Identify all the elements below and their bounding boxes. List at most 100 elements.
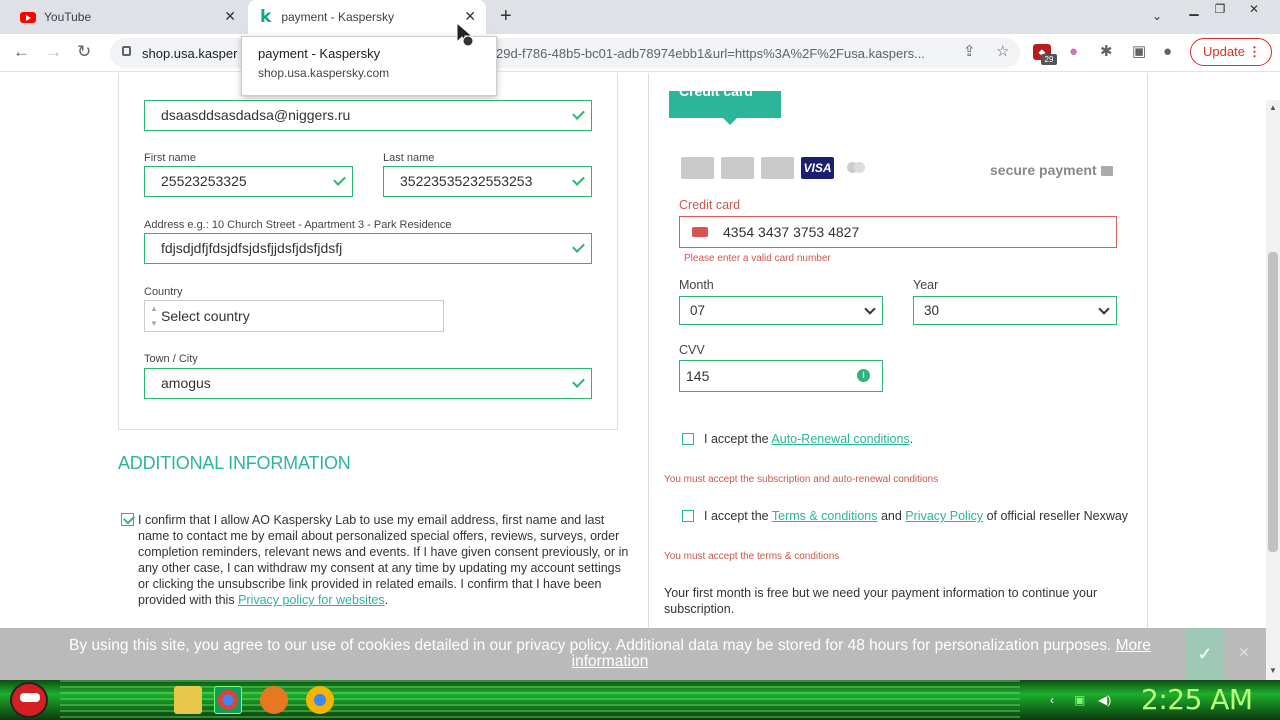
maestro-card-icon: [841, 157, 871, 179]
auto-renewal-text: I accept the Auto-Renewal conditions.: [704, 432, 913, 446]
tab-kaspersky[interactable]: k payment - Kaspersky ✕: [248, 0, 486, 34]
update-label: Update: [1203, 44, 1245, 59]
secure-payment-label: secure payment: [990, 162, 1113, 178]
close-window-button[interactable]: ✕: [1244, 2, 1264, 16]
terms-and: and: [877, 509, 906, 523]
side-panel-icon[interactable]: ▣: [1132, 44, 1146, 60]
padlock-icon: [1100, 166, 1113, 176]
email-field[interactable]: dsaasddsasdadsa@niggers.ru: [144, 100, 592, 131]
terms-link[interactable]: Terms & conditions: [772, 509, 878, 523]
network-icon[interactable]: ▣: [1074, 693, 1085, 707]
email-value: dsaasddsasdadsa@niggers.ru: [161, 107, 351, 123]
cvv-label: CVV: [679, 343, 705, 357]
amex-card-icon: [681, 157, 714, 179]
volume-icon[interactable]: ◀): [1098, 693, 1111, 707]
page-scrollbar[interactable]: ▲ ▼: [1266, 100, 1280, 680]
marketing-consent-checkbox[interactable]: [121, 513, 134, 526]
bookmark-star-icon[interactable]: ☆: [996, 44, 1009, 60]
more-menu-icon[interactable]: ⋮: [1248, 39, 1261, 65]
consent-end: .: [384, 593, 389, 607]
extensions-puzzle-icon[interactable]: ✱: [1100, 44, 1113, 60]
visa-card-icon: VISA: [801, 157, 834, 179]
month-select[interactable]: 07: [679, 296, 883, 325]
url-path: 29d-f786-48b5-bc01-adb78974ebb1&url=http…: [496, 46, 925, 61]
first-name-value: 25523253325: [161, 173, 247, 189]
card-number-field[interactable]: 4354 3437 3753 4827: [679, 216, 1117, 248]
cookie-text: By using this site, you agree to our use…: [40, 638, 1180, 670]
select-arrows-icon: ▲ ▼: [150, 304, 158, 328]
tab-youtube[interactable]: YouTube ✕: [8, 0, 246, 34]
tab-strip: YouTube ✕ k payment - Kaspersky ✕ + ⌄ ▁ …: [0, 0, 1280, 34]
extension-count-badge: 29: [1041, 54, 1057, 65]
minimize-button[interactable]: ▁: [1184, 2, 1204, 16]
lock-icon: [122, 46, 131, 56]
tooltip-title: payment - Kaspersky: [258, 46, 381, 61]
taskbar-clock[interactable]: 2:25 AM: [1141, 683, 1253, 716]
city-field[interactable]: amogus: [144, 368, 592, 399]
close-cookie-icon[interactable]: ✕: [1238, 644, 1250, 661]
cookie-banner: By using this site, you agree to our use…: [0, 628, 1266, 680]
restore-button[interactable]: ❐: [1210, 2, 1230, 16]
share-icon[interactable]: ⇪: [963, 44, 976, 60]
credit-card-tab-label: Credit card: [679, 83, 753, 99]
last-name-label: Last name: [383, 152, 435, 164]
city-label: Town / City: [144, 353, 198, 365]
back-icon[interactable]: ←: [13, 42, 30, 62]
address-label: Address e.g.: 10 Church Street - Apartme…: [144, 219, 452, 231]
country-select[interactable]: ▲ ▼ Select country: [144, 300, 444, 332]
update-button[interactable]: Update ⋮: [1190, 38, 1272, 66]
profile-avatar-icon[interactable]: ●: [1163, 44, 1172, 60]
card-number-error: Please enter a valid card number: [684, 253, 831, 264]
last-name-field[interactable]: 35223535232553253: [383, 166, 592, 197]
credit-card-label: Credit card: [679, 198, 741, 212]
close-tab-icon[interactable]: ✕: [464, 9, 476, 23]
privacy-policy-link[interactable]: Privacy policy for websites: [238, 593, 385, 607]
scroll-up-icon[interactable]: ▲: [1269, 103, 1277, 112]
auto-renewal-link[interactable]: Auto-Renewal conditions: [771, 432, 909, 446]
secure-payment-text: secure payment: [990, 162, 1097, 178]
terms-checkbox[interactable]: [682, 510, 694, 522]
last-name-value: 35223535232553253: [400, 173, 533, 189]
year-select[interactable]: 30: [913, 296, 1117, 325]
consent-text: I confirm that I allow AO Kaspersky Lab …: [138, 512, 633, 608]
close-tab-icon[interactable]: ✕: [224, 9, 236, 23]
credit-card-icon: [692, 227, 708, 237]
cvv-value: 145: [686, 368, 710, 384]
terms-error: You must accept the terms & conditions: [664, 551, 840, 562]
chrome-icon[interactable]: [214, 686, 242, 714]
extension-flag-icon[interactable]: ●: [1069, 44, 1078, 60]
month-value: 07: [690, 303, 706, 318]
card-number-value: 4354 3437 3753 4827: [723, 224, 860, 240]
forward-icon[interactable]: →: [45, 42, 62, 62]
terms-text: I accept the Terms & conditions and Priv…: [704, 509, 1128, 523]
chrome-canary-icon[interactable]: [306, 686, 334, 714]
cvv-field[interactable]: 145 i: [679, 360, 883, 392]
valid-check-icon: [333, 173, 346, 186]
tooltip-host: shop.usa.kaspersky.com: [258, 66, 390, 80]
file-explorer-icon[interactable]: [174, 686, 202, 714]
country-label: Country: [144, 286, 183, 298]
app-icon[interactable]: [260, 686, 288, 714]
privacy-link[interactable]: Privacy Policy: [905, 509, 983, 523]
accept-cookies-button[interactable]: ✓: [1186, 628, 1224, 680]
start-button[interactable]: [10, 682, 48, 718]
page-content: dsaasddsasdadsa@niggers.ru First name 25…: [0, 73, 1266, 628]
first-name-field[interactable]: 25523253325: [144, 166, 353, 197]
mastercard-card-icon: [721, 157, 754, 179]
reload-icon[interactable]: ↻: [77, 42, 91, 62]
scroll-down-icon[interactable]: ▼: [1269, 666, 1277, 675]
auto-renewal-checkbox[interactable]: [682, 433, 694, 445]
scrollbar-thumb[interactable]: [1268, 252, 1278, 552]
cookie-body: By using this site, you agree to our use…: [69, 637, 1116, 654]
tray-overflow-icon[interactable]: ‹: [1050, 693, 1054, 707]
valid-check-icon: [572, 173, 585, 186]
taskbar-decoration: [60, 680, 1020, 720]
info-icon[interactable]: i: [857, 369, 870, 382]
taskbar: ‹ ▣ ◀) 2:25 AM: [0, 680, 1280, 720]
tab-search-icon[interactable]: ⌄: [1152, 9, 1162, 23]
credit-card-tab[interactable]: Credit card: [669, 84, 781, 125]
address-field[interactable]: fdjsdjdfjfdsjdfsjdsfjjdsfjdsfjdsfj: [144, 233, 592, 264]
new-tab-button[interactable]: +: [500, 6, 512, 26]
city-value: amogus: [161, 375, 211, 391]
auto-renewal-suffix: .: [909, 432, 914, 446]
